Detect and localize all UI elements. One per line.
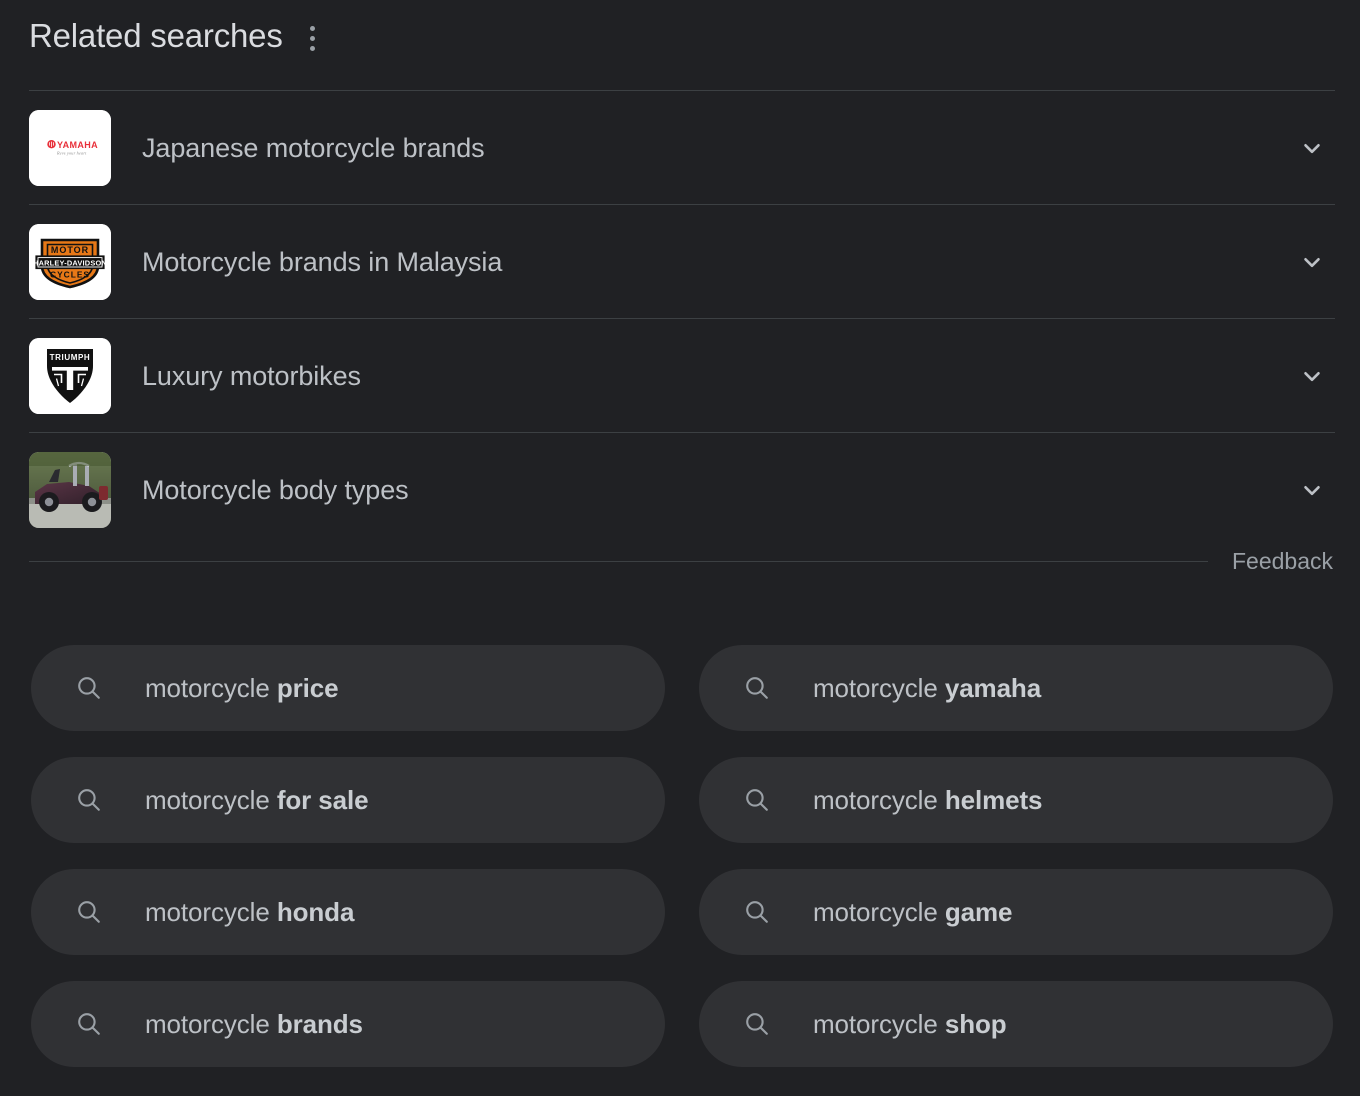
svg-text:YAMAHA: YAMAHA <box>57 139 98 149</box>
svg-text:HARLEY-DAVIDSON: HARLEY-DAVIDSON <box>33 258 107 267</box>
chevron-down-icon[interactable] <box>1295 359 1329 393</box>
motorcycle-photo <box>29 452 111 528</box>
feedback-bar: Feedback <box>29 546 1335 576</box>
related-search-item[interactable]: MOTOR HARLEY-DAVIDSON CYCLES Motorcycle … <box>29 204 1335 318</box>
svg-text:CYCLES: CYCLES <box>50 269 90 279</box>
related-search-item[interactable]: TRIUMPH Luxury motorbikes <box>29 318 1335 432</box>
suggestion-chip-text: motorcycle honda <box>145 896 354 928</box>
suggestion-chip[interactable]: motorcycle price <box>31 645 665 731</box>
suggestion-chip-text: motorcycle shop <box>813 1008 1007 1040</box>
suggestion-chip-text: motorcycle for sale <box>145 784 369 816</box>
suggestion-chip[interactable]: motorcycle for sale <box>31 757 665 843</box>
chevron-down-icon[interactable] <box>1295 131 1329 165</box>
feedback-link[interactable]: Feedback <box>1232 546 1335 576</box>
kebab-dot <box>310 26 315 31</box>
svg-text:MOTOR: MOTOR <box>51 244 89 254</box>
chevron-down-icon[interactable] <box>1295 473 1329 507</box>
suggestion-chip-text: motorcycle game <box>813 896 1012 928</box>
related-search-label: Luxury motorbikes <box>142 359 361 393</box>
search-icon <box>742 785 772 815</box>
related-search-label: Motorcycle body types <box>142 473 409 507</box>
suggestion-chip[interactable]: motorcycle helmets <box>699 757 1333 843</box>
suggestion-chip-text: motorcycle yamaha <box>813 672 1041 704</box>
related-search-label: Motorcycle brands in Malaysia <box>142 245 502 279</box>
suggestion-chip[interactable]: motorcycle shop <box>699 981 1333 1067</box>
divider <box>29 561 1208 562</box>
search-icon <box>74 785 104 815</box>
yamaha-logo: YAMAHA Revs your heart <box>29 110 111 186</box>
suggestion-chip[interactable]: motorcycle honda <box>31 869 665 955</box>
more-vert-icon[interactable] <box>301 23 325 53</box>
panel-header: Related searches <box>29 16 325 56</box>
search-icon <box>74 1009 104 1039</box>
chevron-down-icon[interactable] <box>1295 245 1329 279</box>
related-searches-list: YAMAHA Revs your heart Japanese motorcyc… <box>29 90 1335 546</box>
suggestion-chip-grid: motorcycle price motorcycle yamaha motor… <box>31 645 1333 1067</box>
harley-davidson-logo: MOTOR HARLEY-DAVIDSON CYCLES <box>29 224 111 300</box>
suggestion-chip-text: motorcycle price <box>145 672 338 704</box>
related-search-label: Japanese motorcycle brands <box>142 131 485 165</box>
suggestion-chip-text: motorcycle brands <box>145 1008 363 1040</box>
search-icon <box>742 897 772 927</box>
kebab-dot <box>310 36 315 41</box>
search-icon <box>74 673 104 703</box>
related-searches-panel: Related searches YAMAHA Revs your heart <box>0 0 1360 1096</box>
related-search-item[interactable]: YAMAHA Revs your heart Japanese motorcyc… <box>29 90 1335 204</box>
svg-text:Revs your heart: Revs your heart <box>56 150 87 155</box>
search-icon <box>742 673 772 703</box>
suggestion-chip[interactable]: motorcycle yamaha <box>699 645 1333 731</box>
triumph-logo: TRIUMPH <box>29 338 111 414</box>
svg-text:TRIUMPH: TRIUMPH <box>50 353 91 362</box>
suggestion-chip[interactable]: motorcycle game <box>699 869 1333 955</box>
related-search-item[interactable]: Motorcycle body types <box>29 432 1335 546</box>
search-icon <box>742 1009 772 1039</box>
page-title: Related searches <box>29 16 283 56</box>
kebab-dot <box>310 46 315 51</box>
search-icon <box>74 897 104 927</box>
suggestion-chip[interactable]: motorcycle brands <box>31 981 665 1067</box>
suggestion-chip-text: motorcycle helmets <box>813 784 1042 816</box>
